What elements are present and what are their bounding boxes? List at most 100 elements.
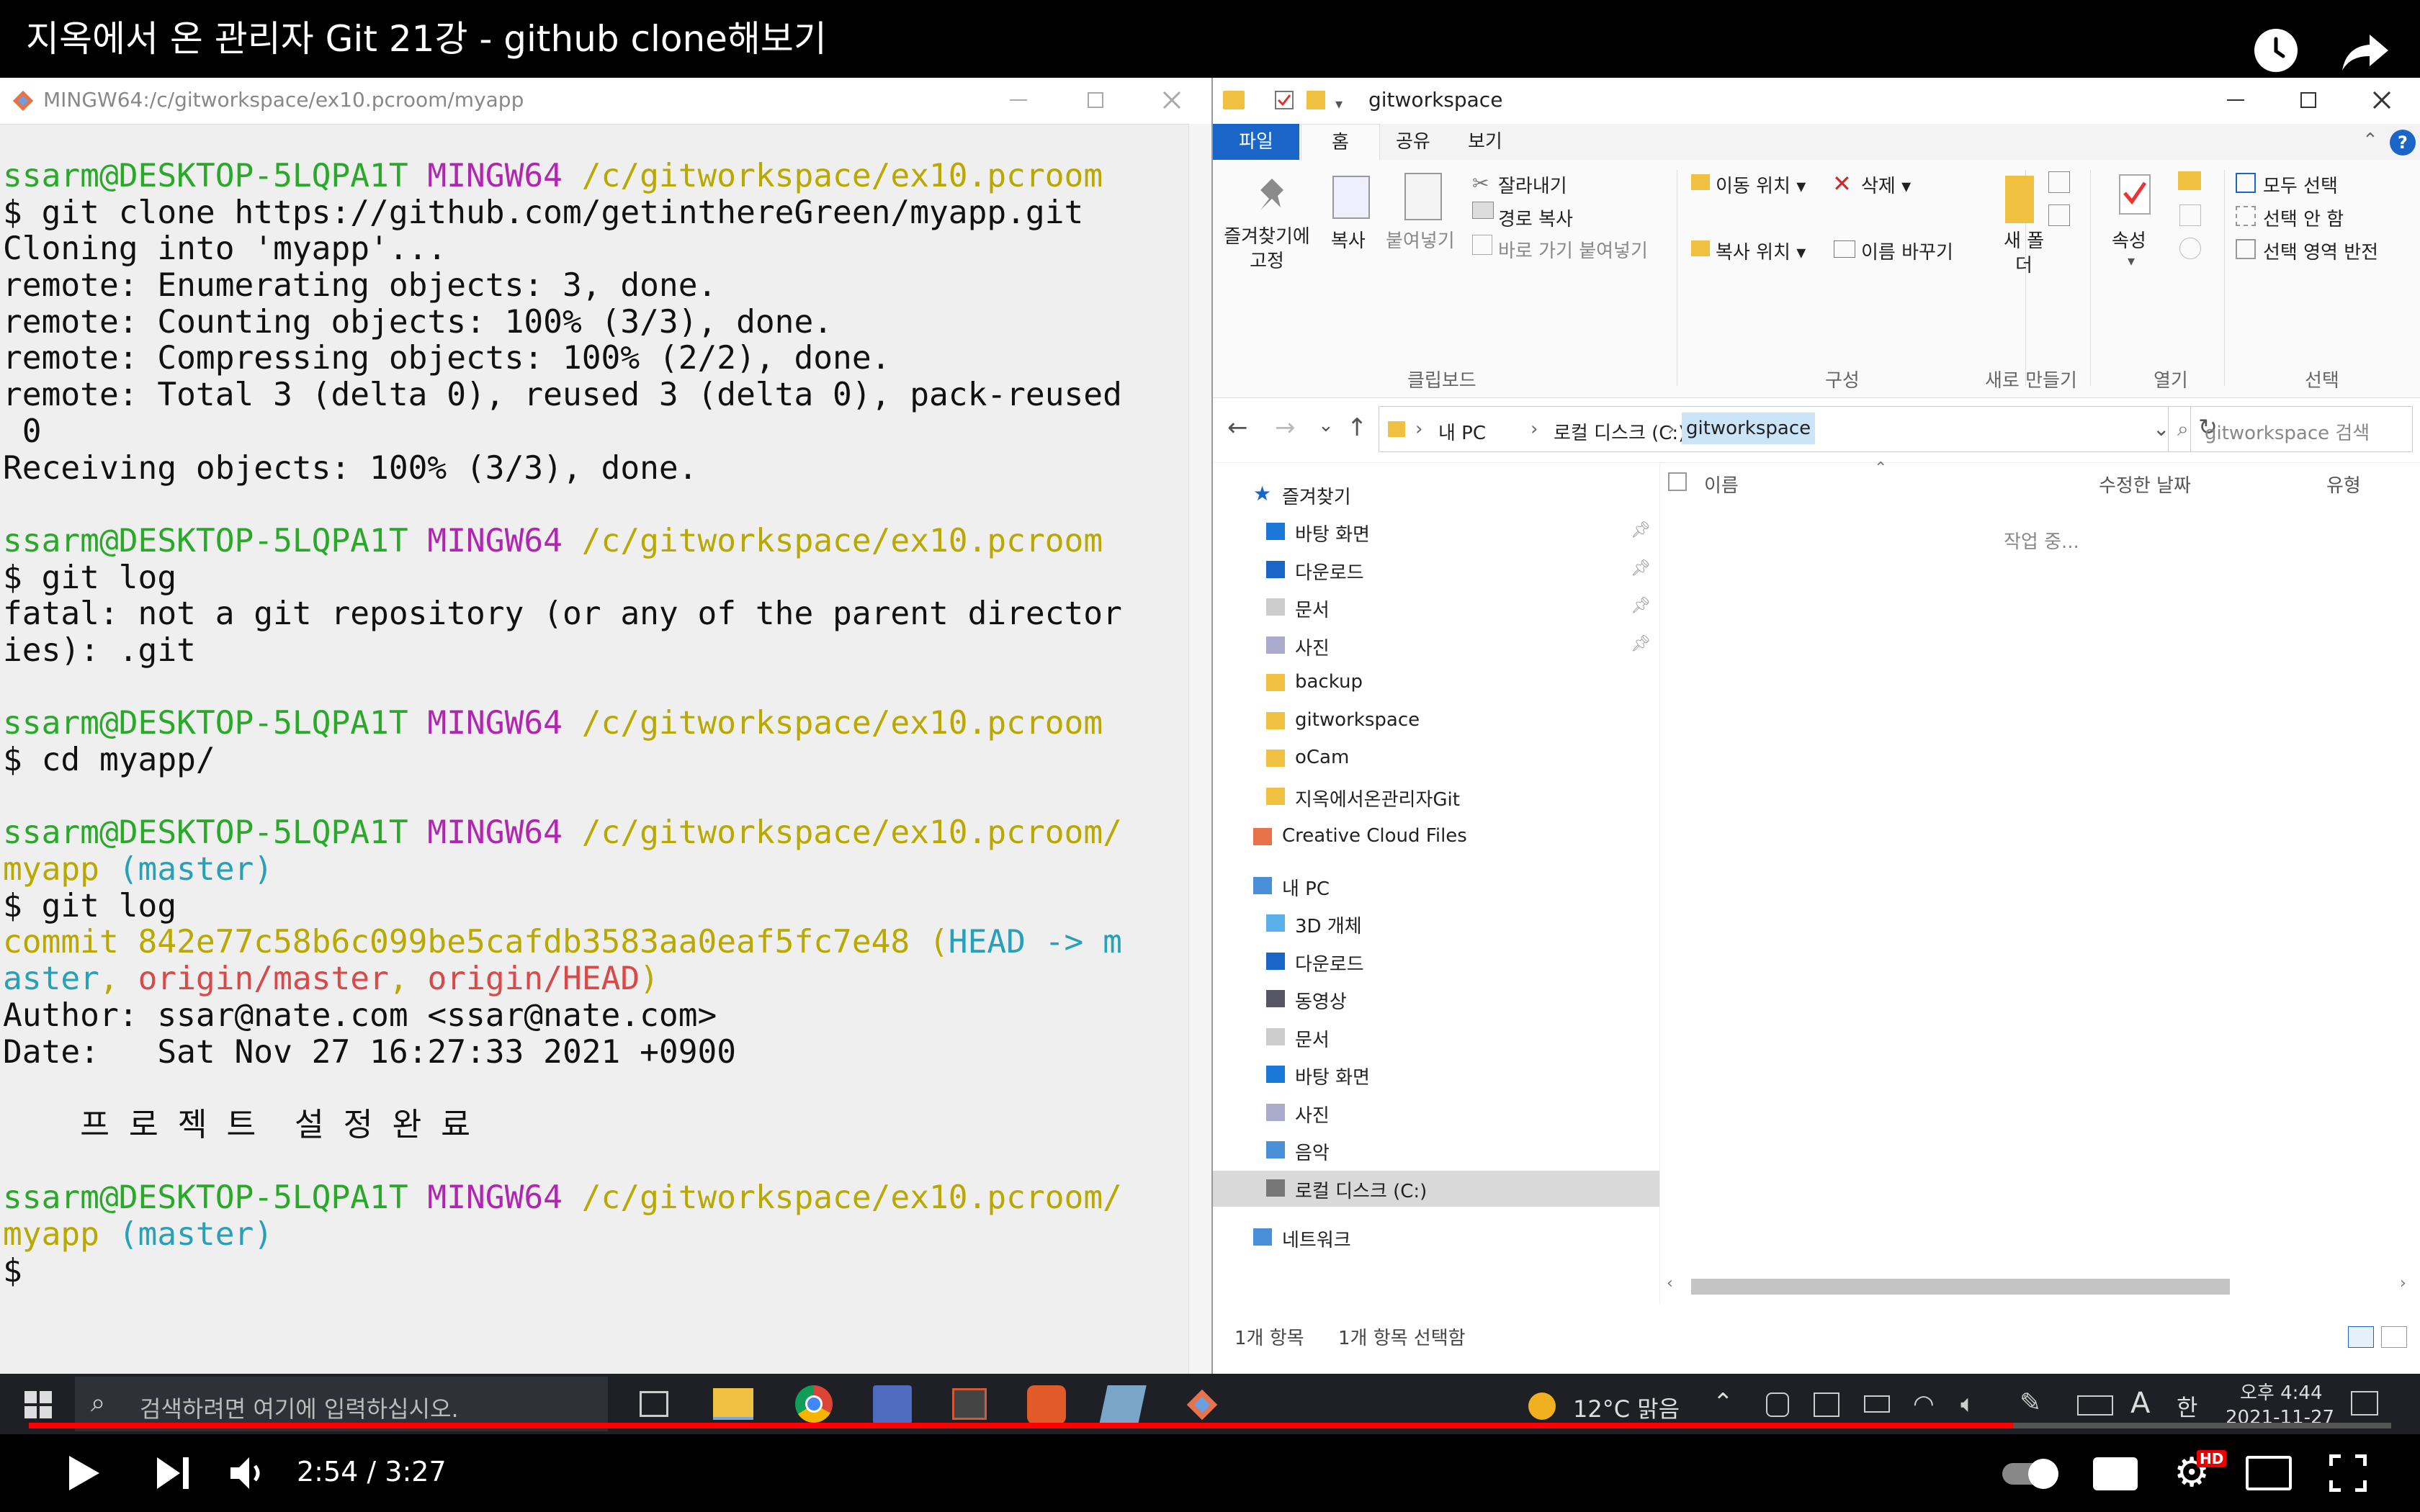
copy-to-button[interactable]: 복사 위치 ▾ [1716,238,1806,264]
breadcrumb-gitworkspace[interactable]: gitworkspace [1682,413,1816,444]
autoplay-toggle[interactable] [2002,1459,2058,1489]
pin-icon[interactable]: 📌︎ [1631,521,1651,539]
terminal-scrollbar[interactable] [1188,124,1212,1374]
git-bash-taskbar-icon[interactable] [1184,1387,1220,1423]
next-icon[interactable] [156,1456,192,1490]
breadcrumb-local-disk[interactable]: 로컬 디스크 (C:) [1554,418,1685,445]
tab-view[interactable]: 보기 [1468,124,1502,160]
history-icon[interactable] [2179,238,2201,259]
tab-share[interactable]: 공유 [1396,124,1430,160]
edit-icon[interactable] [2179,204,2201,226]
large-icons-view-icon[interactable] [2381,1326,2407,1348]
rename-button[interactable]: 이름 바꾸기 [1861,238,1953,264]
keyboard-icon[interactable] [2077,1395,2113,1416]
terminal-output[interactable]: ssarm@DESKTOP-5LQPA1T MINGW64 /c/gitwork… [3,158,1175,1290]
nav-item-pc-5[interactable]: 사진 [1213,1095,1659,1131]
cut-button[interactable]: 잘라내기 [1498,171,1567,198]
column-modified[interactable]: 수정한 날짜 [2099,471,2191,498]
tray-icon-1[interactable] [1766,1392,1789,1417]
move-to-button[interactable]: 이동 위치 ▾ [1716,171,1806,198]
maximize-button[interactable] [1088,92,1103,108]
terminal-window[interactable]: MINGW64:/c/gitworkspace/ex10.pcroom/myap… [0,78,1212,1374]
nav-network[interactable]: 네트워크 [1213,1220,1659,1256]
tray-icon-2[interactable] [1814,1392,1839,1417]
tab-home[interactable]: 홈 [1301,124,1380,160]
new-item-icon[interactable] [2048,171,2070,193]
nav-item-quick-6[interactable]: oCam [1213,741,1659,777]
select-none-button[interactable]: 선택 안 함 [2263,204,2344,231]
recent-locations-icon[interactable]: ⌄ [1318,415,1334,436]
chevron-down-icon[interactable]: ▾ [1335,95,1343,112]
search-bar[interactable]: ⌕ gitworkspace 검색 [2168,406,2413,452]
file-explorer-window[interactable]: ▾ gitworkspace 파일 홈 공유 보기 ⌃ ? 즐겨찾기에 고정 복… [1211,78,2420,1374]
start-icon[interactable] [23,1390,53,1420]
invert-selection-button[interactable]: 선택 영역 반전 [2263,238,2378,264]
pin-icon[interactable]: 📌︎ [1631,597,1651,615]
fullscreen-icon[interactable] [2329,1454,2367,1493]
delete-button[interactable]: 삭제 ▾ [1861,171,1911,198]
ime-mode[interactable]: A [2130,1387,2150,1420]
nav-item-pc-0[interactable]: 3D 개체 [1213,906,1659,942]
nav-item-pc-7[interactable]: 로컬 디스크 (C:) [1213,1170,1659,1207]
pin-icon[interactable]: 📌︎ [1631,635,1651,653]
nav-quick-access[interactable]: ★ 즐겨찾기 [1213,477,1659,513]
horizontal-scrollbar[interactable]: ‹ › [1667,1274,2416,1297]
nav-item-quick-3[interactable]: 사진 📌︎ [1213,628,1659,664]
watch-later-icon[interactable] [2254,29,2298,72]
app-taskbar-icon[interactable] [1027,1385,1066,1424]
cast-icon[interactable] [2246,1456,2292,1490]
breadcrumb-my-pc[interactable]: 내 PC [1438,418,1486,445]
open-icon[interactable] [2178,171,2201,190]
ime-language[interactable]: 한 [2177,1390,2197,1423]
chevron-down-icon[interactable]: ⌄ [2153,417,2169,441]
checkbox-icon[interactable] [1275,91,1294,109]
vscode-taskbar-icon[interactable] [873,1385,912,1424]
minimize-button[interactable] [1010,99,1027,101]
up-icon[interactable]: ↑ [1347,413,1368,442]
navigation-pane[interactable]: ★ 즐겨찾기 바탕 화면 📌︎ 다운로드 📌︎ 문서 📌︎ 사진 📌︎ backup gitworks… [1213,462,1659,1369]
chevron-up-icon[interactable]: ⌃ [1713,1388,1734,1417]
video-progress-bar[interactable] [29,1423,2391,1428]
battery-icon[interactable] [1864,1395,1890,1413]
minimize-button[interactable] [2227,99,2244,101]
weather-text[interactable]: 12°C 맑음 [1573,1391,1680,1424]
forward-icon[interactable]: → [1275,413,1296,442]
nav-item-quick-5[interactable]: gitworkspace [1213,703,1659,739]
nav-item-quick-4[interactable]: backup [1213,665,1659,701]
scroll-left-icon[interactable]: ‹ [1667,1274,1673,1292]
pin-to-quick-access-button[interactable]: 즐겨찾기에 고정 [1220,225,1314,274]
scroll-thumb[interactable] [1691,1279,2230,1295]
file-list[interactable]: 이름 ⌃ 수정한 날짜 유형 작업 중... ‹ › [1661,459,2420,1305]
share-icon[interactable] [2341,32,2391,72]
nav-item-pc-1[interactable]: 다운로드 [1213,944,1659,980]
nav-creative-cloud[interactable]: Creative Cloud Files [1213,819,1659,855]
nav-item-quick-0[interactable]: 바탕 화면 📌︎ [1213,514,1659,550]
subtitles-icon[interactable] [2093,1457,2138,1490]
volume-icon[interactable] [229,1454,269,1492]
nav-my-pc[interactable]: 내 PC [1213,868,1659,904]
notification-icon[interactable] [2351,1391,2378,1416]
chevron-down-icon[interactable]: ▾ [2128,252,2135,269]
column-name[interactable]: 이름 [1704,471,1739,498]
properties-button[interactable]: 속성 [2112,226,2146,253]
clock-time[interactable]: 오후 4:44 [2240,1378,2323,1405]
column-type[interactable]: 유형 [2326,471,2361,498]
play-icon[interactable] [66,1454,102,1492]
pin-icon[interactable]: 📌︎ [1631,559,1651,577]
nav-item-pc-2[interactable]: 동영상 [1213,981,1659,1017]
paste-button[interactable]: 붙여넣기 [1386,226,1455,253]
help-icon[interactable]: ? [2390,130,2416,156]
nav-item-quick-2[interactable]: 문서 📌︎ [1213,590,1659,626]
close-button[interactable] [1161,89,1183,111]
select-all-checkbox[interactable] [1668,472,1687,491]
nav-item-quick-7[interactable]: 지옥에서온관리자Git [1213,779,1659,815]
app2-taskbar-icon[interactable] [1099,1385,1147,1424]
ocam-taskbar-icon[interactable] [952,1388,987,1420]
copy-button[interactable]: 복사 [1331,226,1366,253]
back-icon[interactable]: ← [1227,413,1248,442]
chrome-taskbar-icon[interactable] [795,1385,833,1423]
nav-item-quick-1[interactable]: 다운로드 📌︎ [1213,552,1659,588]
tab-file[interactable]: 파일 [1213,124,1299,160]
volume-icon[interactable]: 🔈︎ [1960,1390,1975,1418]
close-button[interactable] [2371,89,2393,111]
